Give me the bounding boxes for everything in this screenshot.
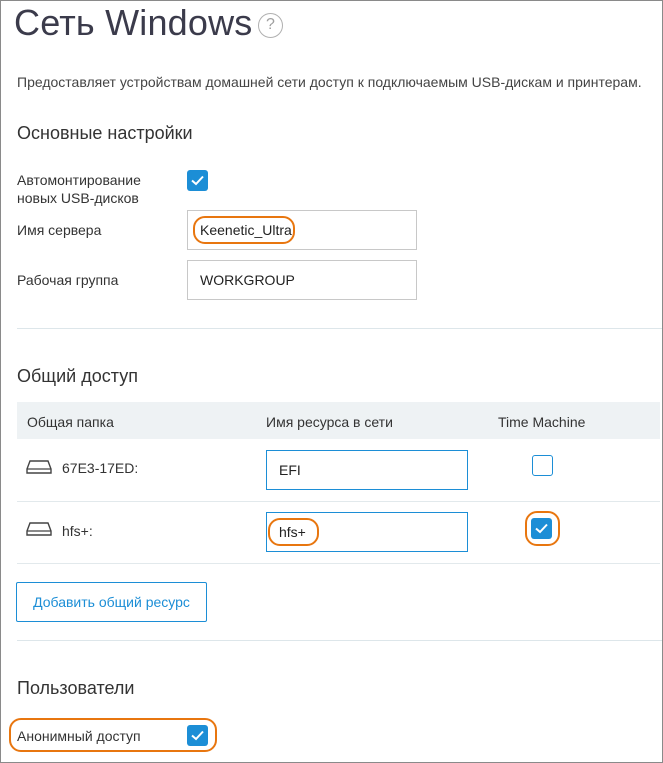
drive-icon: [26, 460, 52, 474]
workgroup-value: WORKGROUP: [200, 272, 295, 288]
drive-icon: [26, 522, 52, 536]
share-name-value: EFI: [279, 462, 301, 478]
highlight-anonymous-access: [9, 718, 217, 752]
add-share-button[interactable]: Добавить общий ресурс: [16, 582, 207, 622]
section-title-users: Пользователи: [17, 678, 135, 698]
divider: [17, 640, 662, 641]
highlight-share-name: [268, 518, 319, 546]
table-header: Общая папка Имя ресурса в сети Time Mach…: [17, 402, 660, 439]
section-title-basic: Основные настройки: [17, 123, 193, 143]
automount-label-line1: Автомонтирование: [17, 172, 141, 188]
workgroup-label: Рабочая группа: [17, 272, 119, 288]
column-header-folder: Общая папка: [27, 414, 114, 430]
highlight-server-name: [193, 216, 295, 244]
page-title: Сеть Windows: [14, 2, 253, 43]
server-name-label: Имя сервера: [17, 222, 102, 238]
row-divider: [17, 563, 660, 564]
automount-checkbox[interactable]: [187, 170, 208, 191]
row-divider: [17, 501, 660, 502]
divider: [17, 328, 662, 329]
help-icon[interactable]: ?: [258, 13, 283, 38]
page-description: Предоставляет устройствам домашней сети …: [17, 74, 642, 90]
share-row-folder: hfs+:: [62, 523, 93, 539]
section-title-sharing: Общий доступ: [17, 366, 138, 386]
column-header-share-name: Имя ресурса в сети: [266, 414, 393, 430]
checkmark-icon: [191, 175, 204, 186]
share-row-folder: 67E3-17ED:: [62, 460, 139, 476]
automount-label: Автомонтирование новых USB-дисков: [17, 171, 141, 207]
column-header-time-machine: Time Machine: [498, 414, 586, 430]
automount-label-line2: новых USB-дисков: [17, 190, 139, 206]
share-name-input[interactable]: EFI: [266, 450, 468, 490]
workgroup-input[interactable]: WORKGROUP: [187, 260, 417, 300]
highlight-time-machine: [525, 511, 560, 546]
time-machine-checkbox[interactable]: [532, 455, 553, 476]
